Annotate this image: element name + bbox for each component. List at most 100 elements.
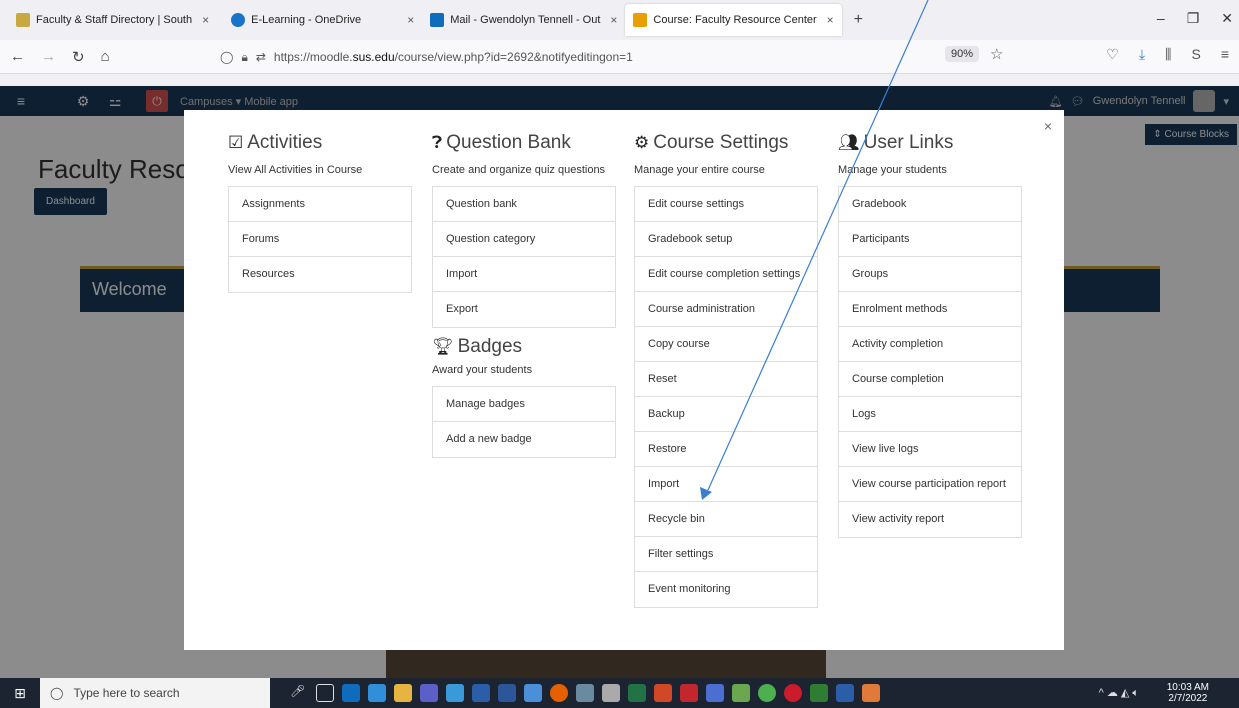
task-view-icon[interactable] <box>316 684 334 702</box>
close-icon[interactable]: × <box>202 13 209 27</box>
opera-icon[interactable] <box>784 684 802 702</box>
close-icon[interactable]: × <box>827 13 834 27</box>
list-item[interactable]: Add a new badge <box>433 422 615 457</box>
import-item[interactable]: Import <box>635 467 817 502</box>
list-item[interactable]: Question bank <box>433 187 615 222</box>
list-item[interactable]: Filter settings <box>635 537 817 572</box>
close-icon[interactable]: × <box>1044 118 1052 134</box>
app-icon[interactable] <box>862 684 880 702</box>
edge-icon[interactable] <box>368 684 386 702</box>
forward-icon[interactable]: → <box>41 48 56 65</box>
app-icon[interactable] <box>810 684 828 702</box>
list-item[interactable]: View course participation report <box>839 467 1021 502</box>
app-icon[interactable] <box>446 684 464 702</box>
app-icon[interactable] <box>576 684 594 702</box>
list-item[interactable]: Edit course completion settings <box>635 257 817 292</box>
tab-label: Faculty & Staff Directory | South <box>36 14 193 26</box>
list-item[interactable]: Recycle bin <box>635 502 817 537</box>
powerpoint-icon[interactable] <box>654 684 672 702</box>
list-item[interactable]: View live logs <box>839 432 1021 467</box>
user-links-title: User Links <box>863 132 954 153</box>
chrome-icon[interactable] <box>758 684 776 702</box>
bookmark-star-icon[interactable]: ☆ <box>990 45 1003 63</box>
list-item[interactable]: Forums <box>229 222 411 257</box>
word-icon[interactable] <box>498 684 516 702</box>
powershell-icon[interactable] <box>472 684 490 702</box>
taskbar-search[interactable]: ◯ Type here to search <box>40 678 270 708</box>
excel-icon[interactable] <box>628 684 646 702</box>
activities-column: ☑ Activities View All Activities in Cours… <box>228 132 412 293</box>
list-item[interactable]: Restore <box>635 432 817 467</box>
list-item[interactable]: Participants <box>839 222 1021 257</box>
course-settings-column: ⚙ Course Settings Manage your entire cour… <box>634 132 818 608</box>
list-item[interactable]: Edit course settings <box>635 187 817 222</box>
back-icon[interactable]: ← <box>10 48 25 65</box>
list-item[interactable]: Course completion <box>839 362 1021 397</box>
tab-faculty-directory[interactable]: Faculty & Staff Directory | South × <box>8 4 217 36</box>
download-icon[interactable]: ⤓ <box>1139 46 1145 63</box>
reload-icon[interactable]: ↻ <box>72 48 85 66</box>
faculty-favicon-icon <box>16 13 30 27</box>
list-item[interactable]: Copy course <box>635 327 817 362</box>
mic-icon[interactable]: 🎤︎ <box>290 684 308 702</box>
menu-icon[interactable]: ≡ <box>1221 46 1229 63</box>
outlook-icon[interactable] <box>342 684 360 702</box>
browser-navbar: ← → ↻ ⌂ ◯ 🔒︎ ⇄ https://moodle.sus.edu/co… <box>0 40 1239 74</box>
list-item[interactable]: Gradebook setup <box>635 222 817 257</box>
tab-course[interactable]: Course: Faculty Resource Center × <box>625 4 842 36</box>
library-icon[interactable]: ⫼ <box>1165 46 1171 63</box>
list-item[interactable]: Reset <box>635 362 817 397</box>
list-item[interactable]: Resources <box>229 257 411 292</box>
window-controls: – ❐ ✕ <box>1157 10 1233 27</box>
close-icon[interactable]: × <box>610 13 617 27</box>
url-bar[interactable]: ◯ 🔒︎ ⇄ https://moodle.sus.edu/course/vie… <box>220 44 1020 70</box>
app-icon[interactable] <box>836 684 854 702</box>
list-item[interactable]: Groups <box>839 257 1021 292</box>
list-item[interactable]: Backup <box>635 397 817 432</box>
browser-tabstrip: Faculty & Staff Directory | South × E-Le… <box>0 0 1239 40</box>
user-links-desc: Manage your students <box>838 164 947 176</box>
tab-label: Course: Faculty Resource Center <box>653 14 817 26</box>
list-item[interactable]: Manage badges <box>433 387 615 422</box>
store-icon[interactable] <box>602 684 620 702</box>
permissions-icon: ⇄ <box>255 50 266 64</box>
list-item[interactable]: Logs <box>839 397 1021 432</box>
restore-icon[interactable]: ❐ <box>1187 10 1200 27</box>
outlook-favicon-icon <box>430 13 445 27</box>
file-explorer-icon[interactable] <box>394 684 412 702</box>
tab-mail[interactable]: Mail - Gwendolyn Tennell - Out × <box>422 4 625 36</box>
list-item[interactable]: Assignments <box>229 187 411 222</box>
app-icon[interactable] <box>706 684 724 702</box>
app-icon[interactable] <box>524 684 542 702</box>
clock[interactable]: 10:03 AM 2/7/2022 <box>1167 682 1209 704</box>
course-settings-desc: Manage your entire course <box>634 164 765 176</box>
new-tab-button[interactable]: + <box>854 11 863 29</box>
teams-icon[interactable] <box>420 684 438 702</box>
url-text: https://moodle.sus.edu/course/view.php?i… <box>273 50 633 64</box>
tab-onedrive[interactable]: E-Learning - OneDrive × <box>223 4 422 36</box>
list-item[interactable]: Gradebook <box>839 187 1021 222</box>
firefox-icon[interactable] <box>550 684 568 702</box>
list-item[interactable]: Activity completion <box>839 327 1021 362</box>
extension-icon[interactable]: S <box>1191 46 1200 63</box>
badges-title: Badges <box>457 336 523 357</box>
close-icon[interactable]: × <box>407 13 414 27</box>
system-tray[interactable]: ^ ☁ ◭ 🔈︎ <box>1099 686 1139 700</box>
home-icon[interactable]: ⌂ <box>101 48 110 65</box>
list-item[interactable]: Event monitoring <box>635 572 817 607</box>
list-item[interactable]: Export <box>433 292 615 327</box>
question-bank-list: Question bank Question category Import E… <box>432 186 616 328</box>
list-item[interactable]: View activity report <box>839 502 1021 537</box>
list-item[interactable]: Question category <box>433 222 615 257</box>
tab-label: E-Learning - OneDrive <box>251 14 362 26</box>
zoom-level[interactable]: 90% <box>945 46 980 62</box>
app-icon[interactable] <box>680 684 698 702</box>
windows-start-icon[interactable]: ⊞ <box>0 678 40 708</box>
list-item[interactable]: Enrolment methods <box>839 292 1021 327</box>
list-item[interactable]: Import <box>433 257 615 292</box>
app-icon[interactable] <box>732 684 750 702</box>
pocket-icon[interactable]: ♡ <box>1106 46 1119 63</box>
minimize-icon[interactable]: – <box>1157 10 1165 27</box>
list-item[interactable]: Course administration <box>635 292 817 327</box>
close-window-icon[interactable]: ✕ <box>1221 10 1233 27</box>
